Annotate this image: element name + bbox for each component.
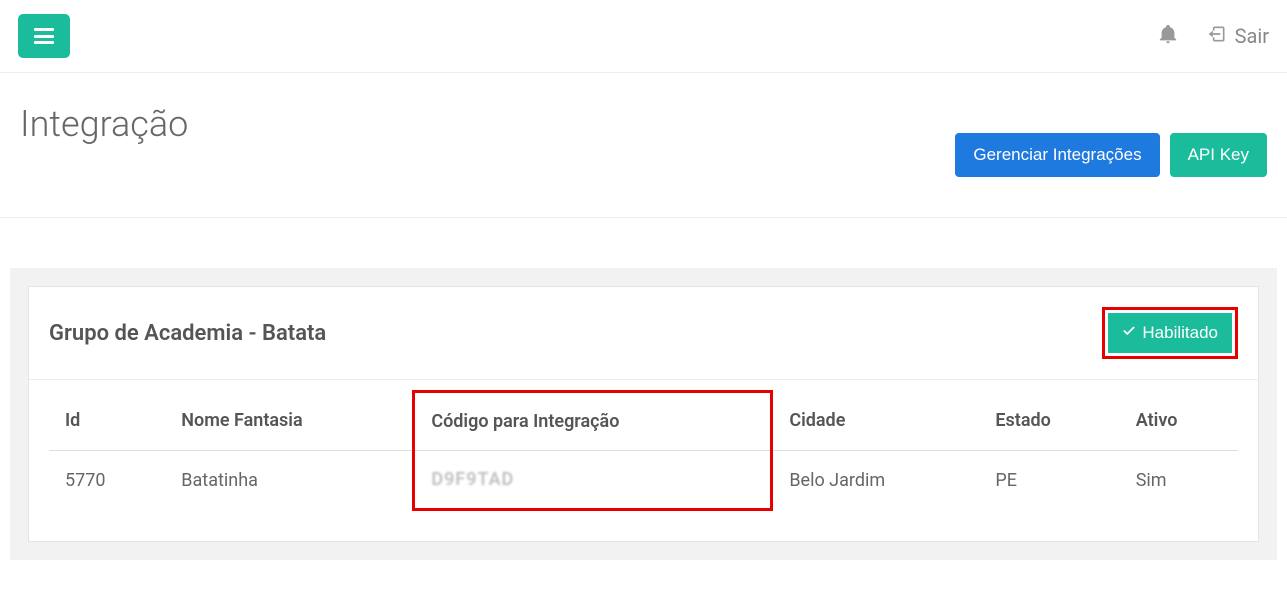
- col-ativo: Ativo: [1120, 392, 1238, 451]
- logout-label: Sair: [1235, 24, 1269, 48]
- cell-nome: Batatinha: [165, 451, 414, 510]
- cell-codigo: D9F9TAD: [414, 451, 772, 510]
- col-cidade: Cidade: [772, 392, 980, 451]
- card: Grupo de Academia - Batata Habilitado Id: [28, 286, 1259, 542]
- col-nome: Nome Fantasia: [165, 392, 414, 451]
- cell-estado: PE: [979, 451, 1119, 510]
- integrations-table: Id Nome Fantasia Código para Integração …: [49, 390, 1238, 511]
- card-title: Grupo de Academia - Batata: [49, 321, 326, 346]
- cell-ativo: Sim: [1120, 451, 1238, 510]
- header-actions: Gerenciar Integrações API Key: [955, 133, 1267, 177]
- logout-link[interactable]: Sair: [1207, 24, 1269, 49]
- panel: Grupo de Academia - Batata Habilitado Id: [10, 268, 1277, 560]
- col-estado: Estado: [979, 392, 1119, 451]
- status-highlight: Habilitado: [1102, 307, 1238, 359]
- cell-cidade: Belo Jardim: [772, 451, 980, 510]
- codigo-value: D9F9TAD: [431, 469, 514, 490]
- table-header-row: Id Nome Fantasia Código para Integração …: [49, 392, 1238, 451]
- status-enabled-button[interactable]: Habilitado: [1108, 313, 1232, 353]
- top-bar: Sair: [0, 0, 1287, 73]
- hamburger-icon: [34, 28, 54, 44]
- menu-toggle-button[interactable]: [18, 14, 70, 58]
- check-icon: [1122, 323, 1136, 343]
- page-title: Integração: [20, 103, 188, 145]
- manage-integrations-button[interactable]: Gerenciar Integrações: [955, 133, 1159, 177]
- logout-icon: [1207, 24, 1227, 49]
- col-codigo: Código para Integração: [414, 392, 772, 451]
- bell-icon[interactable]: [1157, 23, 1179, 49]
- cell-id: 5770: [49, 451, 165, 510]
- api-key-button[interactable]: API Key: [1170, 133, 1267, 177]
- content: Grupo de Academia - Batata Habilitado Id: [0, 218, 1287, 560]
- page-header: Integração Gerenciar Integrações API Key: [0, 73, 1287, 218]
- col-id: Id: [49, 392, 165, 451]
- topbar-right: Sair: [1157, 23, 1269, 49]
- status-label: Habilitado: [1142, 323, 1218, 343]
- card-header: Grupo de Academia - Batata Habilitado: [29, 287, 1258, 380]
- table-row: 5770 Batatinha D9F9TAD Belo Jardim PE Si…: [49, 451, 1238, 510]
- card-body: Id Nome Fantasia Código para Integração …: [29, 380, 1258, 541]
